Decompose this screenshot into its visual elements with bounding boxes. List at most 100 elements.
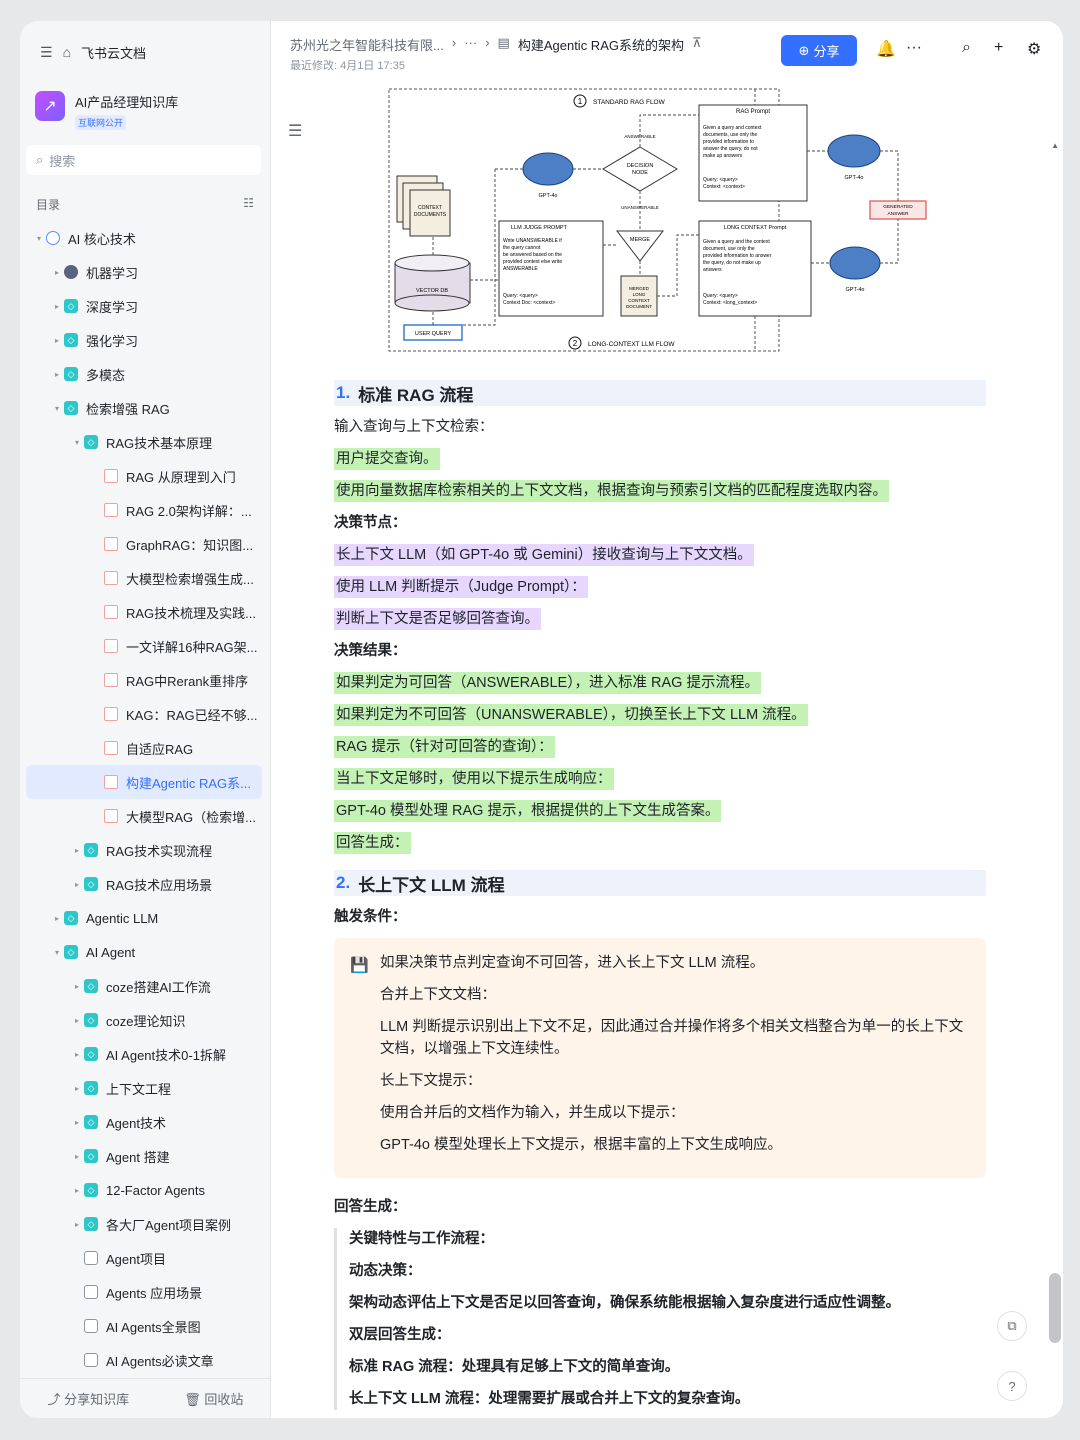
docred-icon	[104, 673, 118, 687]
more-icon[interactable]: ···	[906, 39, 922, 57]
tree-item[interactable]: ▸ ◇ AI Agent技术0-1拆解	[26, 1037, 262, 1071]
breadcrumb-more[interactable]: ···	[464, 35, 477, 54]
pin-icon[interactable]: ⊼	[692, 35, 702, 54]
toc-list-icon[interactable]: ☷	[243, 196, 254, 213]
share-button[interactable]: ⊕ 分享	[781, 35, 857, 66]
breadcrumb-org[interactable]: 苏州光之年智能科技有限...	[290, 35, 444, 54]
tree-item-label: 构建Agentic RAG系...	[126, 775, 251, 791]
tree-item[interactable]: GraphRAG：知识图...	[26, 527, 262, 561]
tree-item[interactable]: ▾ ◇ AI Agent	[26, 935, 262, 969]
tree-item[interactable]: ▸ 机器学习	[26, 255, 262, 289]
svg-text:USER QUERY: USER QUERY	[415, 331, 452, 337]
plus-icon[interactable]: +	[994, 39, 1003, 57]
long-context-prompt-box: LONG CONTEXT Prompt Given a query and th…	[698, 220, 812, 317]
caret-right-icon[interactable]: ▸	[70, 1016, 84, 1025]
copy-doc-icon[interactable]: ⧉	[997, 1311, 1027, 1341]
heading-standard-rag: 1. 标准 RAG 流程	[334, 380, 986, 406]
caret-right-icon[interactable]: ▸	[70, 1152, 84, 1161]
app-name[interactable]: 飞书云文档	[81, 43, 146, 62]
svg-text:GENERATED: GENERATED	[883, 204, 913, 210]
tree-item[interactable]: AI Agents必读文章	[26, 1343, 262, 1377]
caret-right-icon[interactable]: ▸	[50, 268, 64, 277]
tree-item-label: coze理论知识	[106, 1013, 186, 1029]
collapse-sidebar-icon[interactable]: ☰	[40, 44, 53, 61]
tree-item-label: RAG 从原理到入门	[126, 469, 236, 485]
tree-item[interactable]: ▸ ◇ 深度学习	[26, 289, 262, 323]
tree-item[interactable]: ▸ ◇ 各大厂Agent项目案例	[26, 1207, 262, 1241]
tree-item[interactable]: KAG：RAG已经不够...	[26, 697, 262, 731]
knowledge-base-header[interactable]: ↗ AI产品经理知识库 互联网公开	[35, 91, 178, 131]
tree-item[interactable]: 一文详解16种RAG架...	[26, 629, 262, 663]
tree-item[interactable]: RAG中Rerank重排序	[26, 663, 262, 697]
caret-down-icon[interactable]: ▾	[50, 948, 64, 957]
caret-right-icon[interactable]: ▸	[70, 880, 84, 889]
caret-down-icon[interactable]: ▾	[70, 438, 84, 447]
tree-item[interactable]: ▸ ◇ coze搭建AI工作流	[26, 969, 262, 1003]
caret-right-icon[interactable]: ▸	[70, 982, 84, 991]
tree-item[interactable]: ▸ ◇ 上下文工程	[26, 1071, 262, 1105]
tree-item[interactable]: ▾ ◇ RAG技术基本原理	[26, 425, 262, 459]
tree-item[interactable]: ▸ ◇ 12-Factor Agents	[26, 1173, 262, 1207]
svg-text:ANSWERABLE: ANSWERABLE	[503, 266, 538, 272]
tree-item-label: RAG技术应用场景	[106, 877, 213, 893]
svg-text:Write UNANSWERABLE if: Write UNANSWERABLE if	[503, 238, 562, 244]
scrollbar-thumb[interactable]	[1049, 1273, 1061, 1343]
tree-item-label: GraphRAG：知识图...	[126, 537, 254, 553]
caret-down-icon[interactable]: ▾	[32, 234, 46, 243]
caret-right-icon[interactable]: ▸	[50, 370, 64, 379]
tree-item[interactable]: ▸ ◇ Agent 搭建	[26, 1139, 262, 1173]
tree-item[interactable]: Agents 应用场景	[26, 1275, 262, 1309]
outline-icon[interactable]: ☰	[288, 121, 302, 141]
tree-item[interactable]: RAG 2.0架构详解：...	[26, 493, 262, 527]
search-input[interactable]: ⌕ 搜索	[26, 145, 261, 175]
tree-item[interactable]: 大模型检索增强生成...	[26, 561, 262, 595]
tree-item[interactable]: 自适应RAG	[26, 731, 262, 765]
caret-right-icon[interactable]: ▸	[70, 1050, 84, 1059]
caret-right-icon[interactable]: ▸	[70, 1186, 84, 1195]
tree-item-label: 深度学习	[86, 299, 139, 315]
tree-item[interactable]: ▸ ◇ 强化学习	[26, 323, 262, 357]
caret-right-icon[interactable]: ▸	[70, 1220, 84, 1229]
tree-item[interactable]: ▸ ◇ Agent技术	[26, 1105, 262, 1139]
tree-item[interactable]: ▾ ◇ 检索增强 RAG	[26, 391, 262, 425]
caret-right-icon[interactable]: ▸	[50, 302, 64, 311]
highlight-text: 如果判定为不可回答（UNANSWERABLE），切换至长上下文 LLM 流程。	[334, 704, 808, 726]
tree-item[interactable]: AI Agents全景图	[26, 1309, 262, 1343]
gear-icon[interactable]: ⚙	[1027, 39, 1041, 59]
tree-item[interactable]: ▸ ◇ 多模态	[26, 357, 262, 391]
teal-icon: ◇	[84, 1013, 98, 1027]
caret-right-icon[interactable]: ▸	[50, 336, 64, 345]
breadcrumb-current[interactable]: 构建Agentic RAG系统的架构	[518, 35, 684, 54]
tree-item[interactable]: RAG 从原理到入门	[26, 459, 262, 493]
sidebar-header: ☰ ⌂ 飞书云文档	[40, 41, 146, 63]
doc-tree: ▾ AI 核心技术 ▸ 机器学习 ▸ ◇ 深度学习 ▸ ◇ 强化学习 ▸ ◇ 多模态 ▾ ◇ 检索增强 RAG…	[26, 221, 262, 1377]
callout-text: LLM 判断提示识别出上下文不足，因此通过合并操作将多个相关文档整合为单一的长上…	[380, 1019, 964, 1057]
step-2-num: 2	[573, 339, 578, 348]
svg-text:make up answers: make up answers	[703, 153, 743, 159]
tree-item[interactable]: ▸ ◇ Agentic LLM	[26, 901, 262, 935]
caret-down-icon[interactable]: ▾	[50, 404, 64, 413]
caret-right-icon[interactable]: ▸	[70, 1084, 84, 1093]
bold-label: 触发条件：	[334, 909, 407, 925]
tree-item[interactable]: ▸ ◇ RAG技术实现流程	[26, 833, 262, 867]
tree-item[interactable]: ▾ AI 核心技术	[26, 221, 262, 255]
svg-text:Given a query and context: Given a query and context	[703, 125, 762, 131]
caret-right-icon[interactable]: ▸	[50, 914, 64, 923]
home-icon[interactable]: ⌂	[63, 44, 71, 60]
tree-item[interactable]: 大模型RAG（检索增...	[26, 799, 262, 833]
svg-text:Context: <long_context>: Context: <long_context>	[703, 300, 757, 306]
tree-item[interactable]: ▸ ◇ RAG技术应用场景	[26, 867, 262, 901]
tree-item[interactable]: ▸ ◇ coze理论知识	[26, 1003, 262, 1037]
help-icon[interactable]: ?	[997, 1371, 1027, 1401]
caret-right-icon[interactable]: ▸	[70, 1118, 84, 1127]
bell-icon[interactable]: 🔔	[876, 39, 896, 59]
scroll-up-arrow[interactable]: ▲	[1051, 141, 1059, 150]
tree-item[interactable]: RAG技术梳理及实践...	[26, 595, 262, 629]
tree-item[interactable]: Agent项目	[26, 1241, 262, 1275]
caret-right-icon[interactable]: ▸	[70, 846, 84, 855]
tree-item[interactable]: 构建Agentic RAG系...	[26, 765, 262, 799]
share-kb-button[interactable]: ⤴ 分享知识库	[48, 1389, 130, 1408]
tree-item-label: RAG技术实现流程	[106, 843, 213, 859]
trash-button[interactable]: 🗑 回收站	[184, 1389, 243, 1408]
search-icon[interactable]: ⌕	[962, 39, 971, 57]
